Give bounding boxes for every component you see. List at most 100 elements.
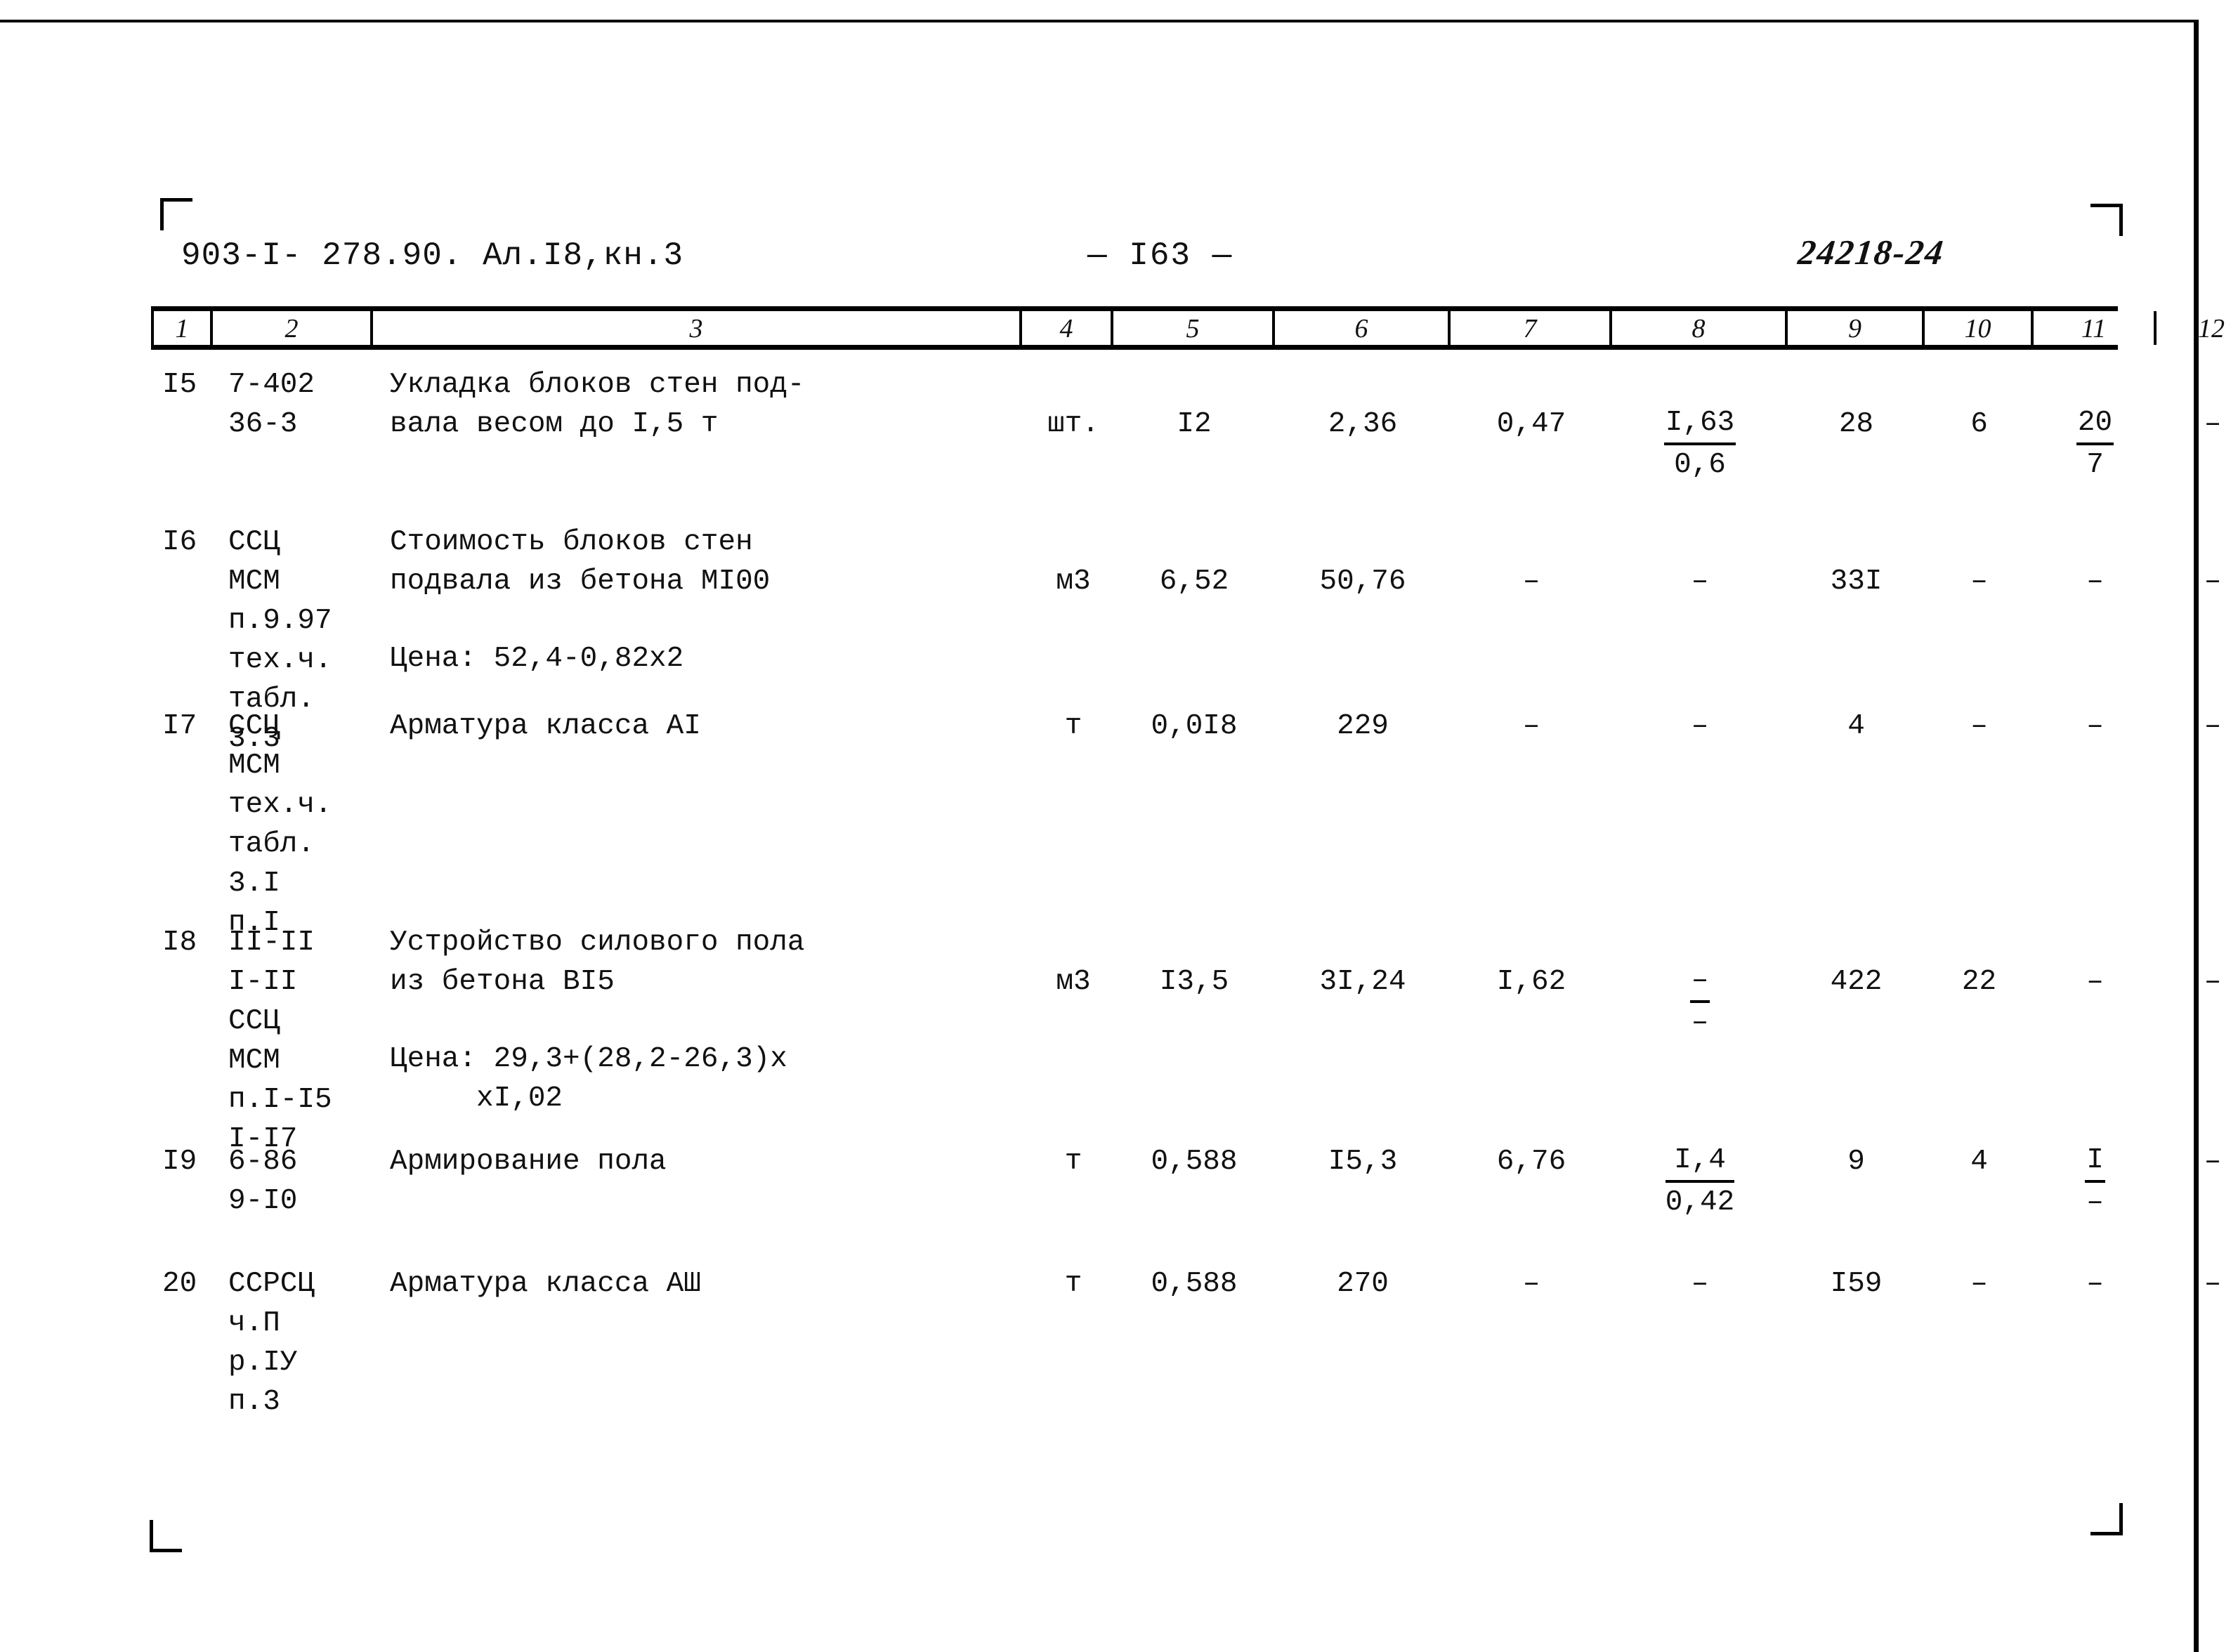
- fraction-denominator: 0,42: [1665, 1186, 1735, 1219]
- quantity: 0,588: [1151, 1146, 1238, 1178]
- norm-code: ССРСЦ ч.П р.IУ п.3: [228, 1268, 315, 1418]
- total-labor: –: [1970, 1268, 1988, 1300]
- labor-cost: –: [1522, 565, 1540, 598]
- corner-mark-bottom-left: [150, 1520, 182, 1552]
- quantity: 0,0I8: [1151, 710, 1238, 742]
- page-number: — I63 —: [1087, 237, 1233, 274]
- row-number: I8: [162, 926, 197, 959]
- total-machine: –: [2086, 710, 2104, 742]
- work-description: Арматура класса АШ: [390, 1268, 701, 1300]
- column-number-5: 5: [1113, 311, 1275, 345]
- total-cost: 422: [1830, 966, 1883, 998]
- total-labor: 22: [1961, 966, 1997, 998]
- unit-cost: 50,76: [1319, 565, 1406, 598]
- work-description: Стоимость блоков стен подвала из бетона М…: [390, 526, 771, 598]
- machine-cost: I,63 0,6: [1612, 405, 1788, 485]
- fraction-denominator: –: [2086, 1186, 2104, 1219]
- row-number: I9: [162, 1146, 197, 1178]
- labor-cost: –: [1522, 1268, 1540, 1300]
- fraction-numerator: –: [1689, 962, 1710, 1003]
- column-number-7: 7: [1451, 311, 1612, 345]
- fraction-value: 20 7: [2076, 405, 2114, 483]
- extra-value: –: [2204, 710, 2222, 742]
- labor-cost: 0,47: [1496, 408, 1566, 440]
- page-header: 903-I- 278.90. Ал.I8,кн.3 — I63 — 24218-…: [0, 232, 2238, 287]
- extra-value: –: [2204, 1268, 2222, 1300]
- row-number: 20: [162, 1268, 197, 1300]
- row-number: I7: [162, 710, 197, 742]
- fraction-numerator: I,63: [1663, 405, 1736, 445]
- machine-cost: –: [1691, 1268, 1709, 1300]
- fraction-value: I –: [2085, 1142, 2105, 1221]
- column-number-2: 2: [213, 311, 373, 345]
- fraction-value: I,4 0,42: [1665, 1142, 1735, 1221]
- unit-cost: 3I,24: [1319, 966, 1406, 998]
- unit-of-measure: т: [1064, 710, 1082, 742]
- norm-code: 6-86 9-I0: [228, 1146, 298, 1217]
- corner-mark-bottom-right: [2090, 1503, 2123, 1535]
- norm-code: 7-402 36-3: [228, 369, 315, 440]
- quantity: I2: [1177, 408, 1212, 440]
- fraction-numerator: I: [2085, 1142, 2105, 1183]
- machine-cost: –: [1691, 565, 1709, 598]
- column-number-4: 4: [1022, 311, 1113, 345]
- total-machine: –: [2086, 1268, 2104, 1300]
- corner-mark-top-right: [2090, 204, 2123, 236]
- column-number-9: 9: [1788, 311, 1925, 345]
- fraction-denominator: 0,6: [1674, 449, 1726, 481]
- row-number: I6: [162, 526, 197, 558]
- unit-of-measure: т: [1064, 1268, 1082, 1300]
- work-description: Арматура класса АI: [390, 710, 701, 742]
- total-cost: 28: [1838, 408, 1874, 440]
- machine-cost: – –: [1612, 962, 1788, 1042]
- extra-value: –: [2204, 1146, 2222, 1178]
- table-column-header: 1 2 3 4 5 6 7 8 9 10 11 12: [151, 306, 2225, 350]
- unit-of-measure: шт.: [1047, 408, 1099, 440]
- unit-of-measure: м3: [1056, 966, 1091, 998]
- fraction-denominator: –: [1691, 1007, 1709, 1039]
- corner-mark-top-left: [160, 198, 192, 230]
- total-machine: I –: [2034, 1142, 2157, 1222]
- fraction-value: – –: [1689, 962, 1710, 1041]
- total-cost: 33I: [1830, 565, 1883, 598]
- quantity: 0,588: [1151, 1268, 1238, 1300]
- column-number-1: 1: [151, 311, 213, 345]
- fraction-value: I,63 0,6: [1663, 405, 1736, 483]
- total-machine: 20 7: [2034, 405, 2157, 485]
- column-number-8: 8: [1612, 311, 1788, 345]
- price-note: Цена: 52,4-0,82х2: [390, 643, 684, 675]
- total-labor: 4: [1970, 1146, 1988, 1178]
- column-number-6: 6: [1275, 311, 1451, 345]
- norm-code: II-II I-II ССЦ МСМ п.I-I5 I-I7: [228, 926, 332, 1155]
- total-machine: –: [2086, 565, 2104, 598]
- price-note: Цена: 29,3+(28,2-26,3)х хI,02: [390, 1043, 787, 1115]
- total-labor: 6: [1970, 408, 1988, 440]
- total-cost: 4: [1847, 710, 1865, 742]
- extra-value: –: [2204, 966, 2222, 998]
- column-number-10: 10: [1925, 311, 2034, 345]
- work-description: Устройство силового пола из бетона ВI5: [390, 926, 805, 998]
- total-cost: I59: [1830, 1268, 1883, 1300]
- quantity: 6,52: [1159, 565, 1229, 598]
- work-description: Укладка блоков стен под-вала весом до I,…: [390, 369, 805, 440]
- unit-cost: I5,3: [1328, 1146, 1398, 1178]
- fraction-numerator: 20: [2076, 405, 2114, 445]
- quantity: I3,5: [1159, 966, 1229, 998]
- extra-value: –: [2204, 565, 2222, 598]
- labor-cost: I,62: [1496, 966, 1566, 998]
- total-cost: 9: [1847, 1146, 1865, 1178]
- unit-cost: 2,36: [1328, 408, 1398, 440]
- labor-cost: –: [1522, 710, 1540, 742]
- unit-of-measure: т: [1064, 1146, 1082, 1178]
- total-machine: –: [2086, 966, 2104, 998]
- fraction-denominator: 7: [2086, 449, 2104, 481]
- extra-value: –: [2204, 408, 2222, 440]
- unit-cost: 270: [1337, 1268, 1389, 1300]
- fraction-numerator: I,4: [1665, 1142, 1735, 1183]
- column-number-12: 12: [2157, 311, 2238, 345]
- machine-cost: I,4 0,42: [1612, 1142, 1788, 1222]
- document-code: 903-I- 278.90. Ал.I8,кн.3: [181, 237, 684, 274]
- labor-cost: 6,76: [1496, 1146, 1566, 1178]
- norm-code: ССЦ МСМ тех.ч. табл. 3.I п.I: [228, 710, 332, 939]
- total-labor: –: [1970, 565, 1988, 598]
